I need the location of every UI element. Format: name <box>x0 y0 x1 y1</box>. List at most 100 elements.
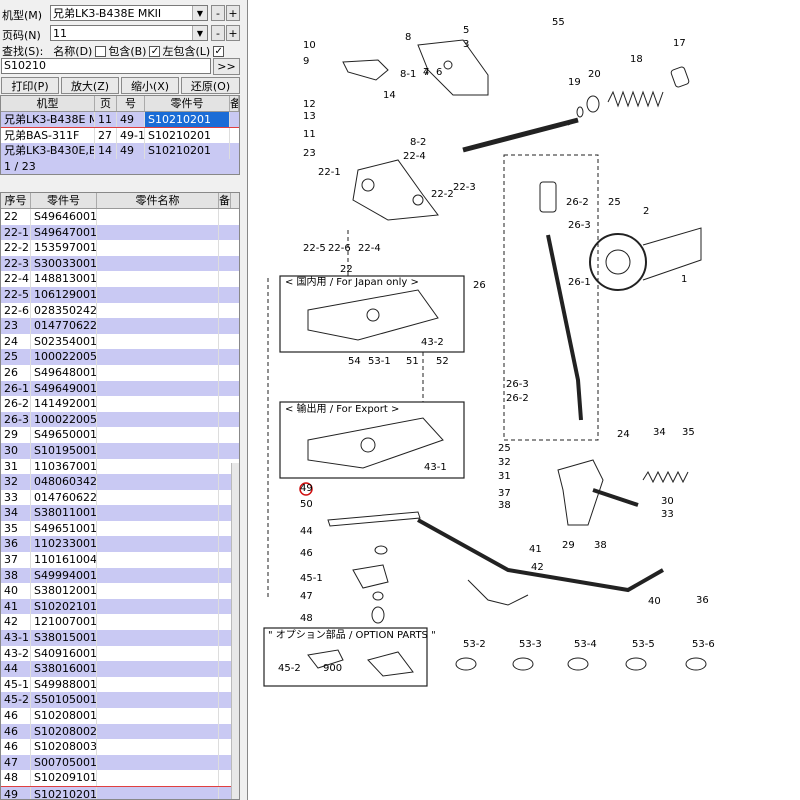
callout-c45-2[interactable]: 45-2 <box>278 663 301 674</box>
table-row[interactable]: 25 100022005 <box>1 349 239 365</box>
callout-c38b[interactable]: 38 <box>594 540 607 551</box>
chevron-down-icon[interactable]: ▼ <box>192 26 207 40</box>
callout-c43-2[interactable]: 43-2 <box>421 337 444 348</box>
callout-c35[interactable]: 35 <box>682 427 695 438</box>
callout-c12[interactable]: 12 <box>303 99 316 110</box>
callout-c24[interactable]: 24 <box>617 429 630 440</box>
callout-c26-2b[interactable]: 26-2 <box>506 393 529 404</box>
callout-c22-1[interactable]: 22-1 <box>318 167 341 178</box>
callout-c18[interactable]: 18 <box>630 54 643 65</box>
search-input[interactable]: S10210 <box>1 58 211 74</box>
col-header[interactable]: 零件号 <box>145 96 230 111</box>
table-row[interactable]: 47 S00705001 <box>1 754 239 771</box>
table-row[interactable]: 46 S10208002 <box>1 723 239 740</box>
table-row[interactable]: 26 S49648001 <box>1 364 239 381</box>
callout-c22-4b[interactable]: 22-4 <box>358 243 381 254</box>
table-row[interactable]: 48 S10209101 <box>1 770 239 786</box>
table-row[interactable]: 49 S10210201 <box>1 785 239 799</box>
table-row[interactable]: 兄弟LK3-B430E,B43 14 49 S10210201 <box>1 143 239 159</box>
callout-c54[interactable]: 54 <box>348 356 361 367</box>
table-row[interactable]: 45-1 S49988001 <box>1 676 239 693</box>
table-row[interactable]: 22-2 153597001 <box>1 240 239 256</box>
callout-c7[interactable]: 7 <box>423 67 429 78</box>
callout-c47[interactable]: 47 <box>300 591 313 602</box>
page-select[interactable]: 11 ▼ <box>50 25 208 41</box>
callout-c31[interactable]: 31 <box>498 471 511 482</box>
table-row[interactable]: 22-6 028350242 <box>1 302 239 319</box>
callout-c17[interactable]: 17 <box>673 38 686 49</box>
table-row[interactable]: 24 S02354001 <box>1 333 239 350</box>
col-header[interactable]: 页 <box>95 96 117 111</box>
callout-c22-2[interactable]: 22-2 <box>431 189 454 200</box>
page-plus-button[interactable]: + <box>226 25 240 41</box>
callout-c11[interactable]: 11 <box>303 129 316 140</box>
checkbox-checked-icon[interactable]: ✓ <box>213 45 225 57</box>
col-header[interactable]: 机型 <box>1 96 95 111</box>
table-row[interactable]: 45-2 S50105001 <box>1 692 239 708</box>
callout-c3[interactable]: 3 <box>463 39 469 50</box>
table-row[interactable]: 兄弟LK3-B438E MKII 11 49 S10210201 <box>1 112 239 128</box>
zoom-out-button[interactable]: 缩小(X) <box>121 77 179 94</box>
table-row[interactable]: 43-1 S38015001 <box>1 630 239 646</box>
callout-c26-3[interactable]: 26-3 <box>568 220 591 231</box>
callout-c26-3b[interactable]: 26-3 <box>506 379 529 390</box>
callout-c26-2[interactable]: 26-2 <box>566 197 589 208</box>
callout-c42[interactable]: 42 <box>531 562 544 573</box>
table-row[interactable]: 30 S10195001 <box>1 442 239 459</box>
callout-c26[interactable]: 26 <box>473 280 486 291</box>
table-row[interactable]: 26-1 S49649001 <box>1 380 239 397</box>
contains-checkbox[interactable]: 包含(B) ✓ <box>108 43 162 59</box>
table-row[interactable]: 36 110233001 <box>1 536 239 553</box>
callout-c53-3[interactable]: 53-3 <box>519 639 542 650</box>
table-row[interactable]: 26-3 100022005 <box>1 411 239 428</box>
callout-c32[interactable]: 32 <box>498 457 511 468</box>
callout-c22-5[interactable]: 22-5 <box>303 243 326 254</box>
callout-c22-4[interactable]: 22-4 <box>403 151 426 162</box>
callout-c37[interactable]: 37 <box>498 488 511 499</box>
callout-c25b[interactable]: 25 <box>498 443 511 454</box>
callout-c1[interactable]: 1 <box>681 274 687 285</box>
table-row[interactable]: 46 S10208001 <box>1 708 239 724</box>
callout-c29[interactable]: 29 <box>562 540 575 551</box>
checkbox-empty-icon[interactable] <box>95 45 107 57</box>
table-row[interactable]: 37 110161004 <box>1 552 239 568</box>
callout-c2[interactable]: 2 <box>643 206 649 217</box>
page-minus-button[interactable]: - <box>211 25 225 41</box>
callout-c50[interactable]: 50 <box>300 499 313 510</box>
callout-c40[interactable]: 40 <box>648 596 661 607</box>
scrollbar[interactable] <box>231 463 239 799</box>
callout-c22-3[interactable]: 22-3 <box>453 182 476 193</box>
callout-c13[interactable]: 13 <box>303 111 316 122</box>
callout-c6[interactable]: 6 <box>436 67 442 78</box>
callout-c34[interactable]: 34 <box>653 427 666 438</box>
callout-c53-1[interactable]: 53-1 <box>368 356 391 367</box>
callout-c19[interactable]: 19 <box>568 77 581 88</box>
zoom-in-button[interactable]: 放大(Z) <box>61 77 119 94</box>
table-row[interactable]: 31 110367001 <box>1 458 239 475</box>
callout-c53-2[interactable]: 53-2 <box>463 639 486 650</box>
table-row[interactable]: 34 S38011001 <box>1 505 239 521</box>
print-button[interactable]: 打印(P) <box>1 77 59 94</box>
callout-c14[interactable]: 14 <box>383 90 396 101</box>
callout-c20[interactable]: 20 <box>588 69 601 80</box>
callout-c9[interactable]: 9 <box>303 56 309 67</box>
table-row[interactable]: 41 S10202101 <box>1 598 239 615</box>
callout-c53-4[interactable]: 53-4 <box>574 639 597 650</box>
callout-c30[interactable]: 30 <box>661 496 674 507</box>
callout-c33[interactable]: 33 <box>661 509 674 520</box>
table-row[interactable]: 22-3 S30033001 <box>1 255 239 272</box>
callout-c25[interactable]: 25 <box>608 197 621 208</box>
callout-c900[interactable]: 900 <box>323 663 342 674</box>
model-plus-button[interactable]: + <box>226 5 240 21</box>
table-row[interactable]: 23 014770622 <box>1 318 239 334</box>
callout-c8[interactable]: 8 <box>405 32 411 43</box>
callout-c22-6[interactable]: 22-6 <box>328 243 351 254</box>
callout-c8-1[interactable]: 8-1 <box>400 69 416 80</box>
table-row[interactable]: 22-5 106129001 <box>1 286 239 303</box>
table-row[interactable]: 22 S49646001 <box>1 209 239 225</box>
table-row[interactable]: 44 S38016001 <box>1 661 239 677</box>
name-checkbox[interactable]: 名称(D) <box>53 43 108 59</box>
callout-c8-2[interactable]: 8-2 <box>410 137 426 148</box>
callout-c53-6[interactable]: 53-6 <box>692 639 715 650</box>
table-row[interactable]: 43-2 S40916001 <box>1 645 239 662</box>
